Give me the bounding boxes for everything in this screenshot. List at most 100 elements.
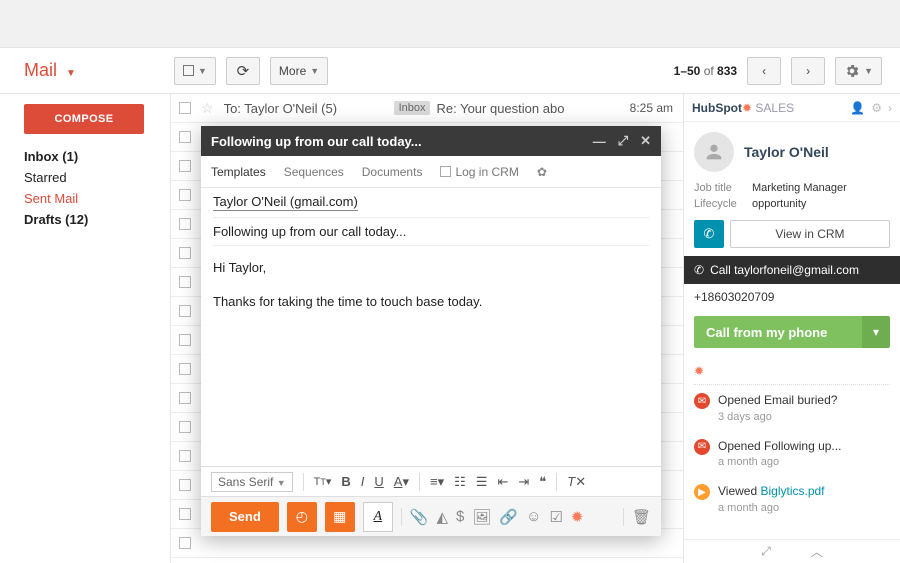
tab-documents[interactable]: Documents bbox=[362, 165, 423, 179]
message-row[interactable]: ☆ To: Taylor O'Neil (5) Inbox Re: Your q… bbox=[171, 94, 683, 123]
caret-down-icon: ▼ bbox=[310, 66, 319, 76]
send-button[interactable]: Send bbox=[211, 502, 279, 532]
message-time: 8:25 am bbox=[630, 101, 683, 115]
font-size-icon[interactable]: TT▾ bbox=[314, 475, 332, 488]
more-label: More bbox=[279, 64, 306, 78]
clear-format-icon[interactable]: T✕ bbox=[567, 474, 586, 490]
compose-button[interactable]: COMPOSE bbox=[24, 104, 144, 134]
expand-left-icon[interactable]: ⤢ bbox=[761, 544, 771, 559]
hubspot-user-icon[interactable]: 👤 bbox=[850, 101, 865, 115]
compose-settings-icon[interactable]: ✿ bbox=[537, 165, 547, 179]
call-from-phone-button[interactable]: Call from my phone ▾ bbox=[694, 316, 890, 348]
activity-item[interactable]: ▶ Viewed Biglytics.pdf a month ago bbox=[694, 476, 890, 522]
activity-head: ✹ bbox=[694, 360, 890, 385]
hubspot-collapse-icon[interactable]: › bbox=[888, 101, 892, 115]
to-field[interactable]: Taylor O'Neil (gmail.com) bbox=[201, 188, 661, 217]
refresh-button[interactable]: ⟳ bbox=[226, 57, 260, 85]
avatar bbox=[694, 132, 734, 172]
photo-icon[interactable]: 🖼 bbox=[472, 508, 491, 526]
message-recipient: To: Taylor O'Neil (5) bbox=[224, 101, 394, 116]
chevron-right-icon: › bbox=[806, 64, 810, 78]
phone-number[interactable]: +18603020709 bbox=[684, 284, 900, 310]
indent-less-icon[interactable]: ⇤ bbox=[497, 474, 508, 490]
next-page-button[interactable]: › bbox=[791, 57, 825, 85]
mail-switcher[interactable]: Mail ▼ bbox=[24, 60, 174, 81]
ordered-list-icon[interactable]: ☷ bbox=[454, 474, 466, 490]
emoji-icon[interactable]: ☺ bbox=[526, 508, 541, 525]
format-toolbar: Sans Serif ▼ TT▾ B I U A▾ ≡▾ ☷ ☰ ⇤ ⇥ ❝ T… bbox=[201, 466, 661, 496]
contact-meta: Job title Marketing Manager Lifecycle op… bbox=[684, 182, 900, 220]
mail-sidebar: COMPOSE Inbox (1) Starred Sent Mail Draf… bbox=[0, 94, 170, 563]
view-in-crm-button[interactable]: View in CRM bbox=[730, 220, 890, 248]
message-list: ☆ To: Taylor O'Neil (5) Inbox Re: Your q… bbox=[170, 94, 684, 563]
compose-body[interactable]: Hi Taylor, Thanks for taking the time to… bbox=[201, 246, 661, 466]
caret-down-icon: ▼ bbox=[198, 66, 207, 76]
bold-icon[interactable]: B bbox=[341, 474, 350, 489]
call-bar: ✆ Call taylorfoneil@gmail.com bbox=[684, 256, 900, 284]
settings-button[interactable]: ▼ bbox=[835, 57, 882, 85]
email-open-icon: ✉ bbox=[694, 393, 710, 409]
hubspot-footer: ⤢ ︿ bbox=[684, 539, 900, 563]
meetings-button[interactable]: ▦ bbox=[325, 502, 355, 532]
send-later-button[interactable]: ◴ bbox=[287, 502, 317, 532]
close-icon[interactable]: ✕ bbox=[640, 133, 651, 149]
collapse-up-icon[interactable]: ︿ bbox=[811, 543, 823, 560]
message-subject: Re: Your question abo bbox=[436, 101, 629, 116]
subject-field[interactable]: Following up from our call today... bbox=[201, 218, 661, 245]
minimize-icon[interactable]: — bbox=[593, 134, 606, 149]
person-icon bbox=[703, 141, 725, 163]
caret-down-icon: ▼ bbox=[864, 66, 873, 76]
tab-templates[interactable]: Templates bbox=[211, 165, 266, 179]
hubspot-gear-icon[interactable]: ⚙ bbox=[871, 101, 882, 115]
quote-icon[interactable]: ❝ bbox=[539, 474, 546, 490]
sidebar-item-drafts[interactable]: Drafts (12) bbox=[24, 209, 170, 230]
sidebar-item-sent[interactable]: Sent Mail bbox=[24, 188, 170, 209]
caret-down-icon[interactable]: ▾ bbox=[862, 316, 890, 348]
sidebar-item-inbox[interactable]: Inbox (1) bbox=[24, 146, 170, 167]
task-icon[interactable]: ☑ bbox=[549, 508, 562, 526]
hubspot-panel: HubSpot✹ SALES 👤 ⚙ › Taylor O'Neil Job t… bbox=[684, 94, 900, 563]
recipient-chip[interactable]: Taylor O'Neil (gmail.com) bbox=[213, 194, 358, 211]
call-bar-text: Call taylorfoneil@gmail.com bbox=[710, 263, 859, 277]
sprocket-icon: ✹ bbox=[694, 364, 704, 378]
star-icon[interactable]: ☆ bbox=[201, 100, 214, 117]
align-icon[interactable]: ≡▾ bbox=[430, 474, 444, 490]
prev-page-button[interactable]: ‹ bbox=[747, 57, 781, 85]
body-line: Hi Taylor, bbox=[213, 258, 649, 278]
money-icon[interactable]: $ bbox=[456, 508, 464, 525]
tab-sequences[interactable]: Sequences bbox=[284, 165, 344, 179]
gear-icon bbox=[844, 63, 860, 79]
trash-icon[interactable]: 🗑 bbox=[632, 508, 651, 526]
log-in-crm-checkbox[interactable]: Log in CRM bbox=[440, 165, 518, 179]
calendar-icon: ▦ bbox=[333, 508, 346, 525]
select-all-dropdown[interactable]: ▼ bbox=[174, 57, 216, 85]
document-view-icon: ▶ bbox=[694, 484, 710, 500]
mail-label: Mail bbox=[24, 60, 57, 80]
divider bbox=[623, 508, 624, 526]
contact-name: Taylor O'Neil bbox=[744, 144, 829, 160]
font-select[interactable]: Sans Serif ▼ bbox=[211, 472, 293, 492]
row-checkbox[interactable] bbox=[179, 102, 191, 114]
link-icon[interactable]: 🔗 bbox=[499, 508, 518, 526]
popout-icon[interactable]: ⤢ bbox=[618, 133, 628, 149]
activity-time: 3 days ago bbox=[718, 411, 837, 423]
divider bbox=[401, 508, 402, 526]
underline-icon[interactable]: U bbox=[374, 474, 383, 489]
italic-icon[interactable]: I bbox=[361, 474, 365, 489]
page-count: 1–50 of 833 bbox=[674, 64, 737, 78]
more-button[interactable]: More ▼ bbox=[270, 57, 328, 85]
sidebar-item-starred[interactable]: Starred bbox=[24, 167, 170, 188]
attach-icon[interactable]: 📎 bbox=[410, 508, 429, 526]
drive-icon[interactable]: ◭ bbox=[436, 508, 448, 526]
call-icon-button[interactable]: ✆ bbox=[694, 220, 724, 248]
unordered-list-icon[interactable]: ☰ bbox=[476, 474, 488, 490]
job-title-label: Job title bbox=[694, 182, 752, 194]
indent-more-icon[interactable]: ⇥ bbox=[518, 474, 529, 490]
hubspot-icon[interactable]: ✹ bbox=[571, 508, 584, 526]
activity-item[interactable]: ✉ Opened Email buried? 3 days ago bbox=[694, 385, 890, 431]
lifecycle-label: Lifecycle bbox=[694, 198, 752, 210]
activity-item[interactable]: ✉ Opened Following up... a month ago bbox=[694, 431, 890, 477]
compose-titlebar[interactable]: Following up from our call today... — ⤢ … bbox=[201, 126, 661, 156]
text-color-icon[interactable]: A▾ bbox=[394, 474, 409, 490]
formatting-toggle[interactable]: A bbox=[363, 502, 393, 532]
